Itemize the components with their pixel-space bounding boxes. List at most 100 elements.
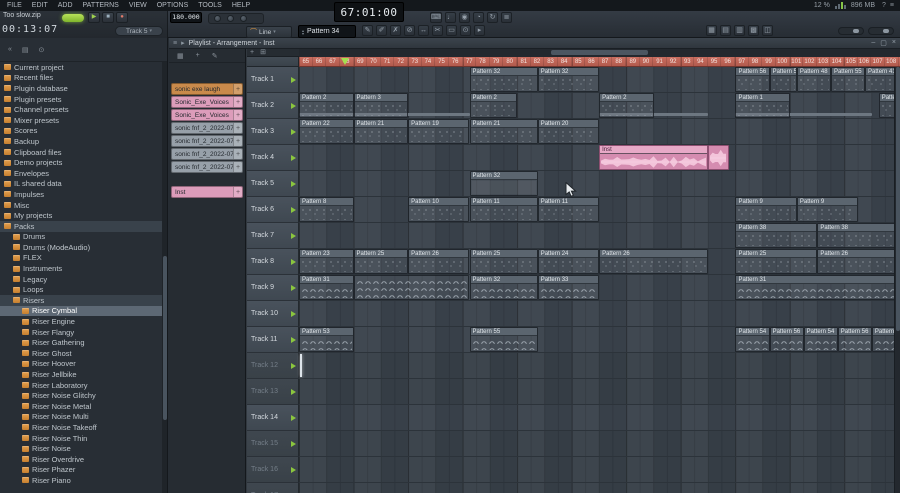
track-header[interactable]: Track 5 <box>247 171 299 197</box>
pattern-clip[interactable]: Pattern 25 <box>735 249 818 274</box>
track-lane[interactable]: Pattern 53 Pattern 55 Pattern 54 Pattern 56… <box>299 327 900 353</box>
track-header[interactable]: Track 14 <box>247 405 299 431</box>
track-lane[interactable] <box>299 483 900 493</box>
add-track-icon[interactable]: + <box>247 49 257 57</box>
pattern-clip[interactable]: Pattern 54 <box>803 327 838 352</box>
menu-patterns[interactable]: PATTERNS <box>78 0 124 11</box>
browser-item[interactable]: Drums (ModeAudio) <box>0 242 162 253</box>
track-lane[interactable]: Pattern 31 Pattern 32 Pattern 33 Pattern 31 <box>299 275 900 301</box>
wait-for-input-icon[interactable]: ◉ <box>459 12 471 23</box>
pattern-clip[interactable]: Pattern 21 <box>469 119 538 144</box>
menu-options[interactable]: OPTIONS <box>152 0 194 11</box>
play-button[interactable]: ▶ <box>88 12 100 23</box>
browser-search-icon[interactable]: ⊙ <box>37 46 47 54</box>
track-enable-arrow[interactable] <box>291 388 296 395</box>
pattern-clip[interactable]: Pattern 2 <box>599 93 654 118</box>
browser-item[interactable]: Riser Phazer <box>0 465 162 476</box>
track-header[interactable]: Track 16 <box>247 457 299 483</box>
picker-grid-icon[interactable]: ▦ <box>175 52 186 60</box>
pattern-clip[interactable]: Pattern 22 <box>299 119 354 144</box>
track-selector[interactable]: Track 5 ▾ <box>115 26 163 36</box>
vertical-scrollbar[interactable] <box>894 67 900 493</box>
playhead-marker[interactable] <box>341 58 350 65</box>
pattern-clip[interactable]: Pattern 20 <box>537 119 600 144</box>
add-to-playlist-button[interactable]: + <box>233 97 242 107</box>
track-header[interactable]: Track 15 <box>247 431 299 457</box>
picker-item[interactable]: Sonic_Exe_Voices + <box>171 96 243 108</box>
track-enable-arrow[interactable] <box>291 180 296 187</box>
browser-item[interactable]: Riser Flangy <box>0 327 162 338</box>
browser-scrollbar[interactable] <box>162 62 167 493</box>
playlist-menu-icon[interactable]: ≡ <box>173 40 177 47</box>
picker-edit-icon[interactable]: ✎ <box>210 52 220 60</box>
track-enable-arrow[interactable] <box>291 336 296 343</box>
maximize-icon[interactable]: ▢ <box>880 39 887 47</box>
pattern-clip[interactable]: Pattern 25 <box>353 249 409 274</box>
browser-item[interactable]: Misc <box>0 200 162 211</box>
track-header[interactable]: Track 6 <box>247 197 299 223</box>
browser-item[interactable]: Packs <box>0 220 162 232</box>
browser-item[interactable]: Riser Overdrive <box>0 454 162 465</box>
audio-clip[interactable]: Inst <box>599 145 709 170</box>
pattern-clip[interactable]: Pattern 10 <box>408 197 470 222</box>
browser-item[interactable]: Riser Noise Takeoff <box>0 422 162 433</box>
knob-icon[interactable] <box>227 15 234 22</box>
pattern-clip[interactable]: Pattern 32 <box>469 275 538 300</box>
pattern-clip[interactable]: Pattern 32 <box>469 67 538 92</box>
pattern-spinner[interactable]: ▴ ▾ <box>302 28 304 35</box>
loop-record-icon[interactable]: ↻ <box>487 12 499 23</box>
stop-button[interactable]: ■ <box>102 12 114 23</box>
pattern-clip[interactable]: Pattern 3 <box>353 93 409 118</box>
pattern-clip[interactable]: Pattern 19 <box>408 119 470 144</box>
browser-item[interactable]: Scores <box>0 126 162 137</box>
pattern-clip[interactable]: Pattern 11 <box>537 197 600 222</box>
browser-item[interactable]: Envelopes <box>0 168 162 179</box>
track-enable-arrow[interactable] <box>291 102 296 109</box>
browser-item[interactable]: Riser Noise <box>0 443 162 454</box>
scrollbar-thumb[interactable] <box>896 67 900 332</box>
track-enable-arrow[interactable] <box>291 284 296 291</box>
slice-tool-icon[interactable]: ✂ <box>432 25 443 36</box>
playlist-panel-icon[interactable]: ▦ <box>706 25 717 36</box>
browser-item[interactable]: Riser Piano <box>0 475 162 486</box>
menu-view[interactable]: VIEW <box>124 0 152 11</box>
add-to-playlist-button[interactable]: + <box>233 110 242 120</box>
track-enable-arrow[interactable] <box>291 414 296 421</box>
menu-add[interactable]: ADD <box>53 0 78 11</box>
main-pitch-slider[interactable] <box>868 27 894 35</box>
track-lane[interactable] <box>299 379 900 405</box>
picker-item[interactable]: sonic fnf_2_2022-07-21+ <box>171 148 243 160</box>
main-volume-slider[interactable] <box>838 27 864 35</box>
track-header[interactable]: Track 2 <box>247 93 299 119</box>
knob-icon[interactable] <box>240 15 247 22</box>
minimize-icon[interactable]: – <box>871 39 875 47</box>
browser-item[interactable]: Riser Ghost <box>0 348 162 359</box>
track-enable-arrow[interactable] <box>291 128 296 135</box>
track-lane[interactable]: Pattern 32Pattern 32Pattern 56Pattern 55… <box>299 67 900 93</box>
menu-icon[interactable]: ≡ <box>888 2 896 9</box>
pattern-clip[interactable]: Pattern 25 <box>469 249 538 274</box>
typing-keyboard-icon[interactable]: ⌨ <box>430 12 443 23</box>
browser-item[interactable]: Riser Hoover <box>0 359 162 370</box>
pattern-clip[interactable]: Pattern 48 <box>796 67 831 92</box>
pattern-clip[interactable]: Pattern 33 <box>537 275 600 300</box>
browser-item[interactable]: Recent files <box>0 73 162 84</box>
pattern-clip[interactable]: Pattern 56 <box>769 327 804 352</box>
browser-item[interactable]: IL shared data <box>0 179 162 190</box>
menu-help[interactable]: HELP <box>227 0 255 11</box>
mixer-panel-icon[interactable]: ▩ <box>748 25 759 36</box>
pattern-clip[interactable]: Pattern 2 <box>469 93 518 118</box>
browser-item[interactable]: Drums <box>0 232 162 243</box>
pattern-clip[interactable]: Pattern 38 <box>735 223 818 248</box>
picker-item[interactable]: sonic fnf_2_2022-07-21+ <box>171 161 243 173</box>
track-header[interactable]: Track 3 <box>247 119 299 145</box>
track-lane[interactable]: Pattern 2 Pattern 3 Pattern 2 Pattern 2 Patt… <box>299 93 900 119</box>
pattern-clip[interactable]: Pattern 38 <box>817 223 900 248</box>
picker-add-icon[interactable]: + <box>194 52 202 59</box>
browser-item[interactable]: Legacy <box>0 274 162 285</box>
track-lane[interactable]: Pattern 8 Pattern 10 Pattern 11 Pattern 11 P… <box>299 197 900 223</box>
track-enable-arrow[interactable] <box>291 258 296 265</box>
browser-item[interactable]: FLEX <box>0 253 162 264</box>
menu-edit[interactable]: EDIT <box>27 0 53 11</box>
audio-clip[interactable] <box>708 145 729 170</box>
